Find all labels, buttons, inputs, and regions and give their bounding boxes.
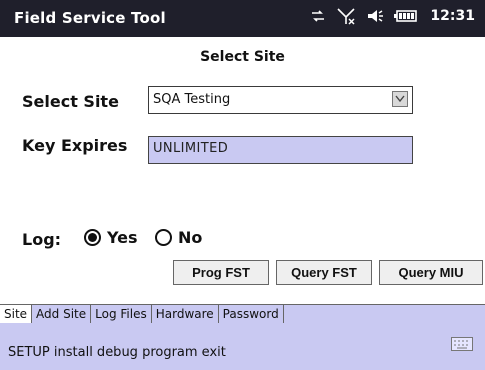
key-expires-value: UNLIMITED xyxy=(153,141,229,156)
select-site-label: Select Site xyxy=(22,92,119,111)
key-expires-field: UNLIMITED xyxy=(148,136,413,164)
tab-log-files[interactable]: Log Files xyxy=(91,305,152,324)
tab-add-site[interactable]: Add Site xyxy=(32,305,92,324)
radio-unselected-icon[interactable] xyxy=(155,229,172,246)
log-label: Log: xyxy=(22,230,62,249)
radio-selected-icon[interactable] xyxy=(84,229,101,246)
clock-time: 12:31 xyxy=(430,8,475,24)
signal-off-icon[interactable] xyxy=(336,7,356,25)
tab-bar: Site Add Site Log Files Hardware Passwor… xyxy=(0,304,485,325)
key-expires-label: Key Expires xyxy=(22,136,128,155)
field-service-screen: Field Service Tool 12:31 Select Site Sel… xyxy=(0,0,485,370)
title-bar: Field Service Tool 12:31 xyxy=(0,0,485,37)
tab-hardware[interactable]: Hardware xyxy=(152,305,219,324)
query-miu-button[interactable]: Query MIU xyxy=(379,260,483,285)
log-no-label: No xyxy=(178,228,203,247)
prog-fst-button[interactable]: Prog FST xyxy=(173,260,269,285)
command-menu-text[interactable]: SETUP install debug program exit xyxy=(8,345,226,360)
status-icons: 12:31 xyxy=(310,7,475,25)
sync-icon[interactable] xyxy=(310,9,326,23)
battery-icon[interactable] xyxy=(394,9,418,23)
site-select-dropdown[interactable]: SQA Testing xyxy=(148,86,413,114)
tab-bar-filler xyxy=(283,305,485,324)
app-title: Field Service Tool xyxy=(14,9,166,27)
page-title: Select Site xyxy=(0,37,485,77)
query-fst-button[interactable]: Query FST xyxy=(276,260,372,285)
chevron-down-icon[interactable] xyxy=(392,91,408,107)
log-yes-label: Yes xyxy=(107,228,138,247)
log-yes-radio[interactable]: Yes xyxy=(84,228,138,247)
log-no-radio[interactable]: No xyxy=(155,228,202,247)
select-site-value: SQA Testing xyxy=(153,92,231,107)
speaker-icon[interactable] xyxy=(366,8,384,24)
keyboard-icon[interactable] xyxy=(451,337,473,351)
tab-password[interactable]: Password xyxy=(219,305,284,324)
command-bar: SETUP install debug program exit xyxy=(0,323,485,370)
tab-site[interactable]: Site xyxy=(0,305,33,324)
